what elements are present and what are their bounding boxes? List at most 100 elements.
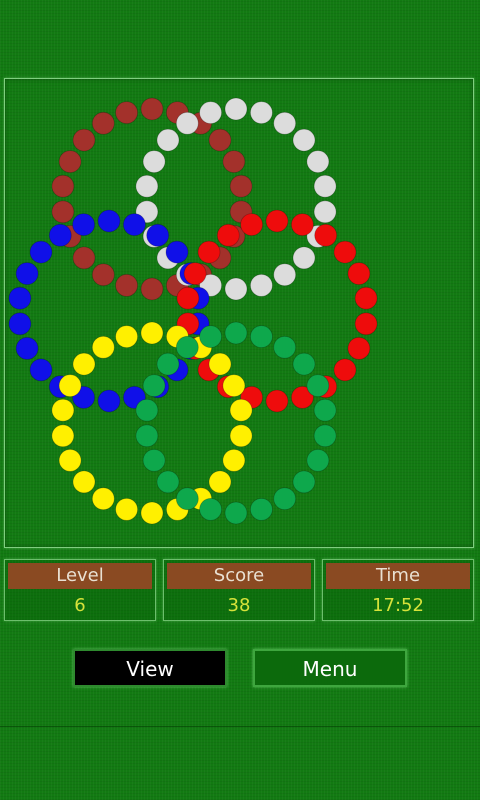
ball-blue[interactable] — [165, 240, 189, 264]
ball-green[interactable] — [135, 398, 159, 422]
ball-green[interactable] — [292, 352, 316, 376]
ball-green[interactable] — [142, 374, 166, 398]
ball-green[interactable] — [273, 335, 297, 359]
ball-yellow[interactable] — [140, 321, 164, 345]
ball-yellow[interactable] — [229, 424, 253, 448]
ball-green[interactable] — [175, 487, 199, 511]
ball-yellow[interactable] — [58, 374, 82, 398]
ball-yellow[interactable] — [208, 352, 232, 376]
ball-white[interactable] — [224, 277, 248, 301]
ball-red[interactable] — [333, 358, 357, 382]
ball-yellow[interactable] — [51, 398, 75, 422]
ball-yellow[interactable] — [222, 448, 246, 472]
ball-red[interactable] — [354, 312, 378, 336]
ball-red-dark[interactable] — [115, 101, 138, 124]
menu-button[interactable]: Menu — [253, 649, 407, 687]
ball-white[interactable] — [292, 246, 316, 270]
ball-yellow[interactable] — [208, 470, 232, 494]
ball-green[interactable] — [135, 424, 159, 448]
ball-yellow[interactable] — [72, 352, 96, 376]
ball-blue[interactable] — [72, 213, 95, 237]
ball-red-dark[interactable] — [115, 273, 138, 297]
ball-red-dark[interactable] — [229, 174, 253, 198]
ball-white[interactable] — [175, 111, 199, 135]
ball-white[interactable] — [249, 273, 273, 297]
ball-red-dark[interactable] — [91, 111, 115, 135]
ball-red-dark[interactable] — [51, 174, 75, 198]
ball-green[interactable] — [224, 501, 248, 525]
ball-green[interactable] — [156, 470, 180, 494]
ring-yellow[interactable] — [51, 321, 253, 525]
ball-red[interactable] — [240, 213, 264, 237]
ball-white[interactable] — [249, 101, 273, 124]
ball-white[interactable] — [135, 174, 159, 198]
ball-red[interactable] — [290, 213, 314, 237]
ball-green[interactable] — [199, 325, 223, 349]
ball-green[interactable] — [313, 424, 337, 448]
ball-green[interactable] — [313, 398, 337, 422]
ring-blue[interactable] — [8, 209, 210, 413]
ball-yellow[interactable] — [51, 424, 75, 448]
ball-blue[interactable] — [97, 389, 121, 413]
ball-red[interactable] — [347, 336, 371, 360]
ball-blue[interactable] — [15, 262, 39, 286]
ball-red[interactable] — [354, 286, 378, 310]
ball-white[interactable] — [292, 128, 316, 152]
ball-red-dark[interactable] — [51, 200, 75, 224]
ring-white[interactable] — [135, 97, 337, 301]
ball-blue[interactable] — [29, 240, 53, 264]
ball-red[interactable] — [183, 262, 207, 286]
ball-blue[interactable] — [29, 358, 53, 382]
ring-red-dark[interactable] — [51, 97, 253, 301]
ball-red[interactable] — [265, 209, 289, 233]
ring-green[interactable] — [135, 321, 337, 525]
ring-red[interactable] — [176, 209, 378, 413]
ball-white[interactable] — [313, 174, 337, 198]
ball-blue[interactable] — [146, 223, 170, 247]
ball-green[interactable] — [273, 487, 297, 511]
ball-blue[interactable] — [122, 213, 146, 237]
view-button[interactable]: View — [73, 649, 227, 687]
ball-yellow[interactable] — [222, 374, 246, 398]
ball-green[interactable] — [199, 497, 223, 521]
ball-green[interactable] — [175, 335, 199, 359]
ball-red[interactable] — [216, 223, 240, 247]
ball-white[interactable] — [313, 200, 337, 224]
ball-green[interactable] — [306, 374, 330, 398]
ball-white[interactable] — [273, 111, 297, 135]
ball-red-dark[interactable] — [208, 128, 232, 152]
ball-red[interactable] — [314, 223, 338, 247]
ball-red-dark[interactable] — [72, 246, 96, 270]
ball-blue[interactable] — [48, 223, 72, 247]
ball-green[interactable] — [249, 325, 273, 349]
ball-red-dark[interactable] — [140, 277, 164, 301]
ball-blue[interactable] — [15, 336, 39, 360]
ball-green[interactable] — [224, 321, 248, 345]
ball-green[interactable] — [156, 352, 180, 376]
ball-green[interactable] — [292, 470, 316, 494]
ball-yellow[interactable] — [140, 501, 164, 525]
ball-red-dark[interactable] — [91, 263, 115, 287]
ball-red[interactable] — [197, 240, 221, 264]
ball-yellow[interactable] — [229, 398, 253, 422]
ball-white[interactable] — [224, 97, 248, 121]
ball-red-dark[interactable] — [58, 150, 82, 173]
ball-blue[interactable] — [97, 209, 121, 233]
ball-white[interactable] — [142, 150, 166, 173]
ball-red[interactable] — [176, 286, 200, 310]
ball-red[interactable] — [347, 262, 371, 286]
game-board[interactable] — [4, 78, 474, 548]
ball-yellow[interactable] — [91, 335, 115, 359]
ball-white[interactable] — [306, 150, 330, 173]
ball-green[interactable] — [142, 448, 166, 472]
ball-red[interactable] — [333, 240, 357, 264]
ball-yellow[interactable] — [115, 497, 138, 521]
ball-white[interactable] — [273, 263, 297, 287]
ball-white[interactable] — [199, 101, 223, 124]
ball-yellow[interactable] — [58, 448, 82, 472]
rings-canvas[interactable] — [5, 79, 475, 549]
ball-red-dark[interactable] — [140, 97, 164, 121]
ball-green[interactable] — [306, 448, 330, 472]
ball-red[interactable] — [265, 389, 289, 413]
ball-green[interactable] — [249, 497, 273, 521]
